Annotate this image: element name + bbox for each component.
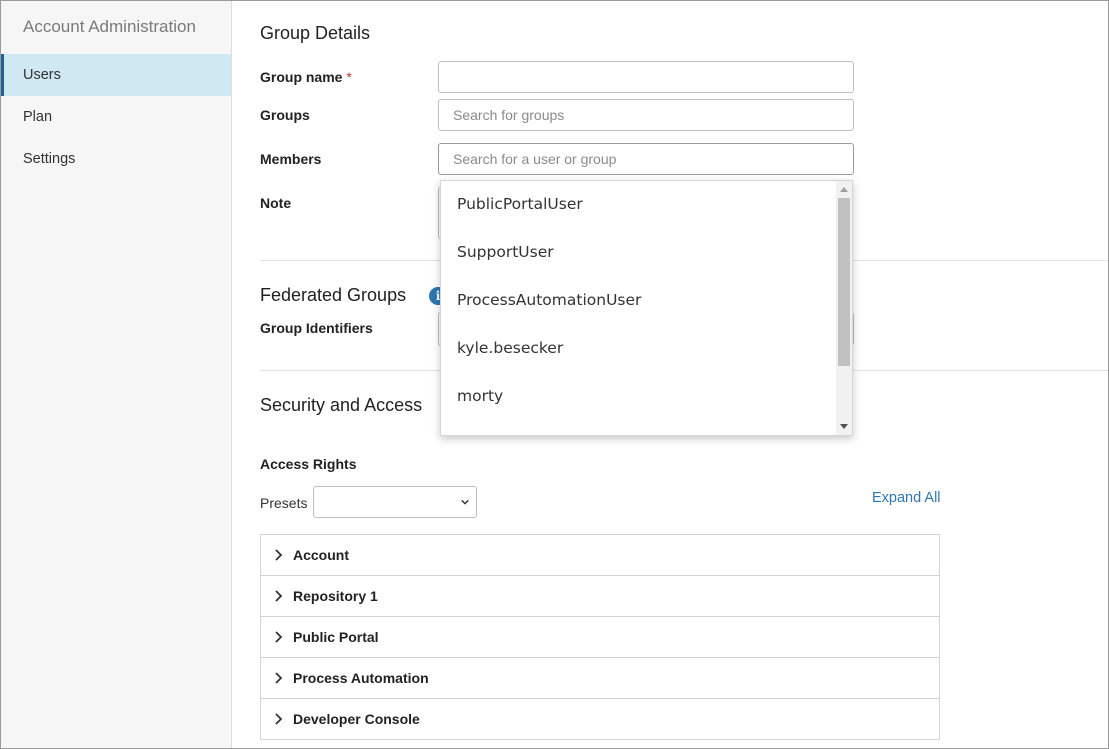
- chevron-right-icon: [275, 713, 283, 725]
- members-label: Members: [260, 151, 322, 167]
- dropdown-option[interactable]: ProcessAutomationUser: [457, 291, 641, 309]
- accordion-label: Developer Console: [293, 711, 420, 727]
- group-identifiers-label: Group Identifiers: [260, 320, 373, 336]
- app-window: Account Administration Users Plan Settin…: [0, 0, 1109, 749]
- dropdown-option[interactable]: SupportUser: [457, 243, 554, 261]
- chevron-right-icon: [275, 631, 283, 643]
- presets-select[interactable]: [313, 486, 477, 518]
- accordion-row-account[interactable]: Account: [261, 535, 939, 576]
- groups-label: Groups: [260, 107, 310, 123]
- note-label: Note: [260, 195, 292, 211]
- presets-label: Presets: [260, 495, 308, 511]
- group-name-label-text: Group name: [260, 69, 343, 85]
- accordion-label: Public Portal: [293, 629, 379, 645]
- access-rights-accordion: Account Repository 1 Public Portal Proce…: [260, 534, 940, 740]
- sidebar-item-users[interactable]: Users: [1, 54, 231, 96]
- groups-search-input[interactable]: [438, 99, 854, 131]
- members-search-input[interactable]: [438, 143, 854, 175]
- group-details-title: Group Details: [260, 23, 371, 43]
- sidebar-item-plan[interactable]: Plan: [1, 96, 231, 138]
- required-mark: *: [346, 69, 352, 85]
- sidebar: Account Administration Users Plan Settin…: [1, 1, 232, 748]
- accordion-row-public-portal[interactable]: Public Portal: [261, 617, 939, 658]
- chevron-right-icon: [275, 549, 283, 561]
- access-rights-label: Access Rights: [260, 456, 357, 472]
- sidebar-item-settings[interactable]: Settings: [1, 138, 231, 180]
- accordion-row-repository-1[interactable]: Repository 1: [261, 576, 939, 617]
- expand-all-link[interactable]: Expand All: [872, 490, 941, 506]
- security-access-title: Security and Access: [260, 395, 423, 415]
- group-name-label: Group name *: [260, 69, 352, 85]
- group-name-input[interactable]: [438, 61, 854, 93]
- scroll-up-icon[interactable]: [840, 186, 848, 192]
- federated-groups-title: Federated Groups: [260, 285, 407, 305]
- scrollbar-thumb[interactable]: [838, 198, 850, 366]
- chevron-right-icon: [275, 590, 283, 602]
- scroll-down-icon[interactable]: [840, 424, 848, 430]
- sidebar-title: Account Administration: [23, 17, 196, 36]
- accordion-row-process-automation[interactable]: Process Automation: [261, 658, 939, 699]
- accordion-row-developer-console[interactable]: Developer Console: [261, 699, 939, 740]
- dropdown-option[interactable]: kyle.besecker: [457, 339, 563, 357]
- accordion-label: Process Automation: [293, 670, 429, 686]
- chevron-down-icon: [461, 499, 469, 505]
- members-dropdown: PublicPortalUser SupportUser ProcessAuto…: [440, 180, 853, 436]
- dropdown-scrollbar[interactable]: [836, 181, 852, 435]
- accordion-label: Account: [293, 547, 349, 563]
- dropdown-option[interactable]: PublicPortalUser: [457, 195, 583, 213]
- chevron-right-icon: [275, 672, 283, 684]
- dropdown-option[interactable]: morty: [457, 387, 503, 405]
- accordion-label: Repository 1: [293, 588, 378, 604]
